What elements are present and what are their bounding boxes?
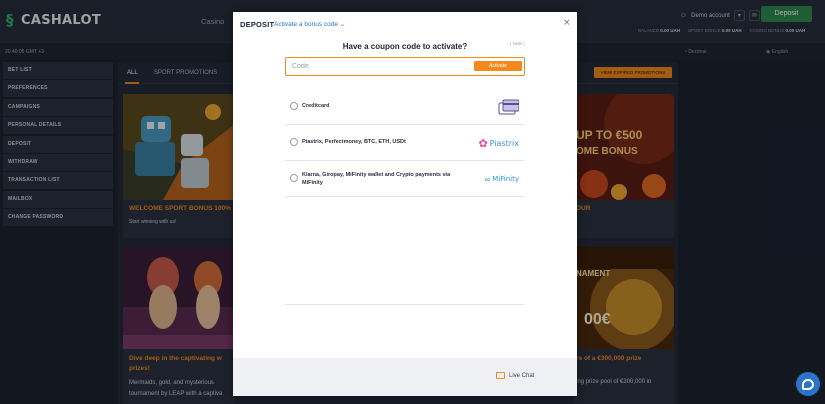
chat-bubble-button[interactable] <box>796 372 820 396</box>
divider <box>285 304 525 305</box>
radio-button[interactable] <box>290 174 298 182</box>
modal-footer: Live Chat <box>233 358 577 396</box>
radio-button[interactable] <box>290 102 298 110</box>
credit-card-icon <box>497 98 519 116</box>
piastrix-logo-icon: ✿ Piastrix <box>478 137 519 150</box>
chat-bubble-icon <box>802 378 814 390</box>
live-chat-link[interactable]: Live Chat <box>509 373 534 379</box>
modal-title: DEPOSIT <box>240 20 275 29</box>
chevron-down-icon: ⌄ <box>339 21 346 28</box>
radio-button[interactable] <box>290 138 298 146</box>
modal-header: DEPOSIT Activate a bonus code ⌄ × <box>233 12 577 36</box>
coupon-field: Activate <box>285 57 525 76</box>
activate-button[interactable]: Activate <box>474 61 522 71</box>
payment-method-label: Klarna, Giropay, MiFinity wallet and Cry… <box>302 172 451 186</box>
payment-method-creditcard[interactable]: Creditcard <box>285 89 525 125</box>
payment-methods: Creditcard Piastrix, Perfectmoney, BTC, … <box>285 89 525 197</box>
deposit-modal: DEPOSIT Activate a bonus code ⌄ × ( Hide… <box>233 12 577 396</box>
mifinity-logo-icon: ∞ MiFinity <box>484 174 519 184</box>
payment-method-label: Creditcard <box>302 103 330 109</box>
payment-method-mifinity[interactable]: Klarna, Giropay, MiFinity wallet and Cry… <box>285 161 525 197</box>
activate-bonus-link[interactable]: Activate a bonus code ⌄ <box>274 20 345 28</box>
close-icon[interactable]: × <box>563 18 571 28</box>
chat-icon[interactable] <box>496 372 505 379</box>
coupon-prompt: Have a coupon code to activate? <box>342 42 468 51</box>
payment-method-label: Piastrix, Perfectmoney, BTC, ETH, USDt <box>302 139 406 145</box>
payment-method-piastrix[interactable]: Piastrix, Perfectmoney, BTC, ETH, USDt ✿… <box>285 125 525 161</box>
coupon-code-input[interactable] <box>292 61 468 72</box>
